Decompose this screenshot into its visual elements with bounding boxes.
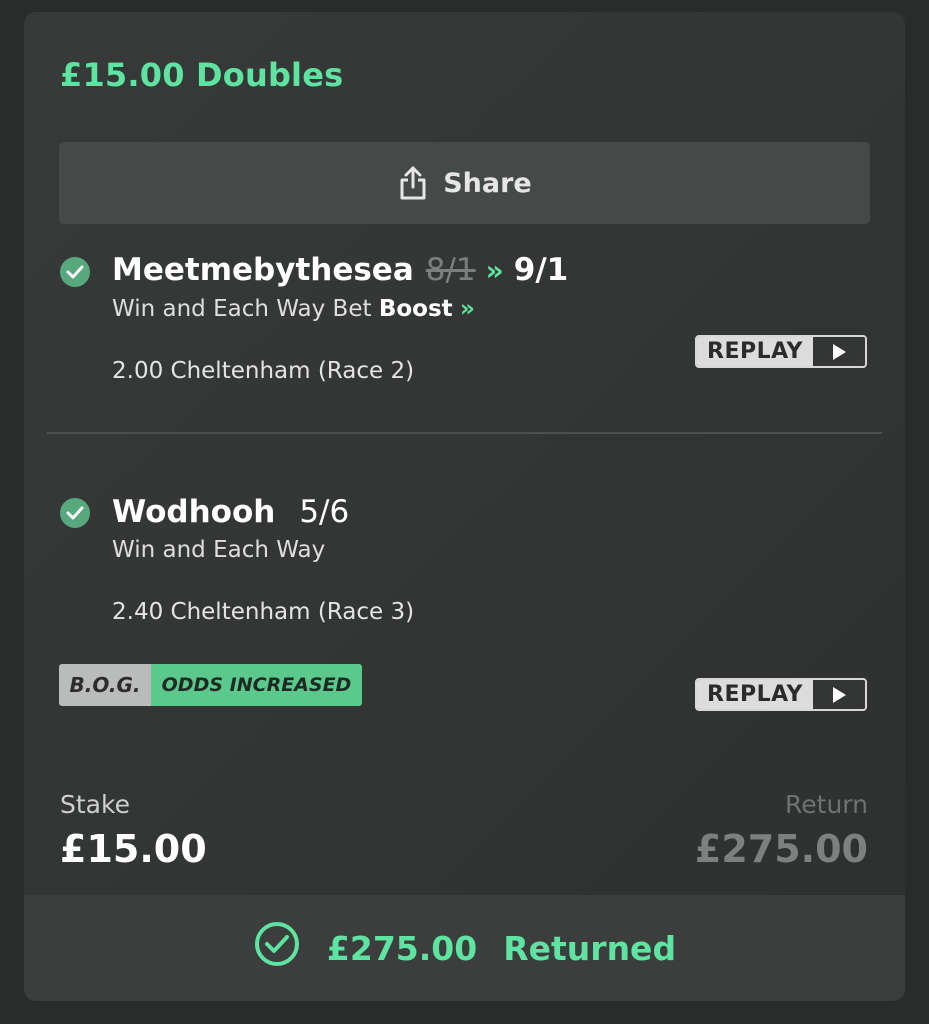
share-icon bbox=[397, 165, 429, 201]
play-icon bbox=[813, 680, 865, 709]
replay-label: REPLAY bbox=[697, 337, 813, 366]
selection-won-check-icon bbox=[60, 257, 90, 287]
selection-1-row: Meetmebythesea 8/1 » 9/1 bbox=[112, 252, 568, 288]
bet-card: £15.00 Doubles Share Meetmebythesea 8/1 … bbox=[24, 12, 905, 1001]
returned-status: Returned bbox=[503, 928, 677, 968]
replay-button-race-2[interactable]: REPLAY bbox=[695, 335, 867, 368]
selection-2-odds: 5/6 bbox=[299, 494, 350, 530]
selection-won-check-icon bbox=[60, 498, 90, 528]
replay-button-race-3[interactable]: REPLAY bbox=[695, 678, 867, 711]
selection-1-market-text: Win and Each Way Bet bbox=[112, 296, 379, 322]
return-label: Return bbox=[785, 790, 868, 819]
selection-1-old-odds: 8/1 bbox=[425, 252, 476, 288]
boost-arrow-icon: » bbox=[485, 254, 504, 287]
replay-label: REPLAY bbox=[697, 680, 813, 709]
selection-1-race: 2.00 Cheltenham (Race 2) bbox=[112, 358, 415, 384]
selection-2-row: Wodhooh 5/6 bbox=[112, 494, 349, 530]
selection-2-market: Win and Each Way bbox=[112, 537, 326, 563]
selection-2-race: 2.40 Cheltenham (Race 3) bbox=[112, 599, 415, 625]
share-button[interactable]: Share bbox=[59, 142, 870, 224]
bet-title: £15.00 Doubles bbox=[60, 56, 344, 94]
selection-1-odds: 9/1 bbox=[513, 252, 569, 288]
stake-value: £15.00 bbox=[60, 827, 207, 871]
odds-increased-label: ODDS INCREASED bbox=[151, 664, 362, 706]
bet-result-banner: £275.00 Returned bbox=[24, 895, 905, 1001]
play-icon bbox=[813, 337, 865, 366]
bog-odds-increased-badge: B.O.G. ODDS INCREASED bbox=[59, 664, 362, 706]
selection-2-name: Wodhooh bbox=[112, 494, 276, 530]
share-label: Share bbox=[443, 167, 532, 199]
selection-1-market: Win and Each Way Bet Boost » bbox=[112, 296, 475, 322]
bog-label: B.O.G. bbox=[59, 664, 151, 706]
bet-boost-label: Boost bbox=[378, 296, 453, 322]
stake-label: Stake bbox=[60, 790, 130, 819]
bet-boost-arrow-icon: » bbox=[459, 296, 475, 322]
return-value: £275.00 bbox=[694, 827, 868, 871]
selection-divider bbox=[47, 432, 882, 434]
returned-amount: £275.00 bbox=[326, 928, 478, 968]
returned-check-icon bbox=[253, 920, 301, 976]
selection-1-name: Meetmebythesea bbox=[112, 252, 414, 288]
